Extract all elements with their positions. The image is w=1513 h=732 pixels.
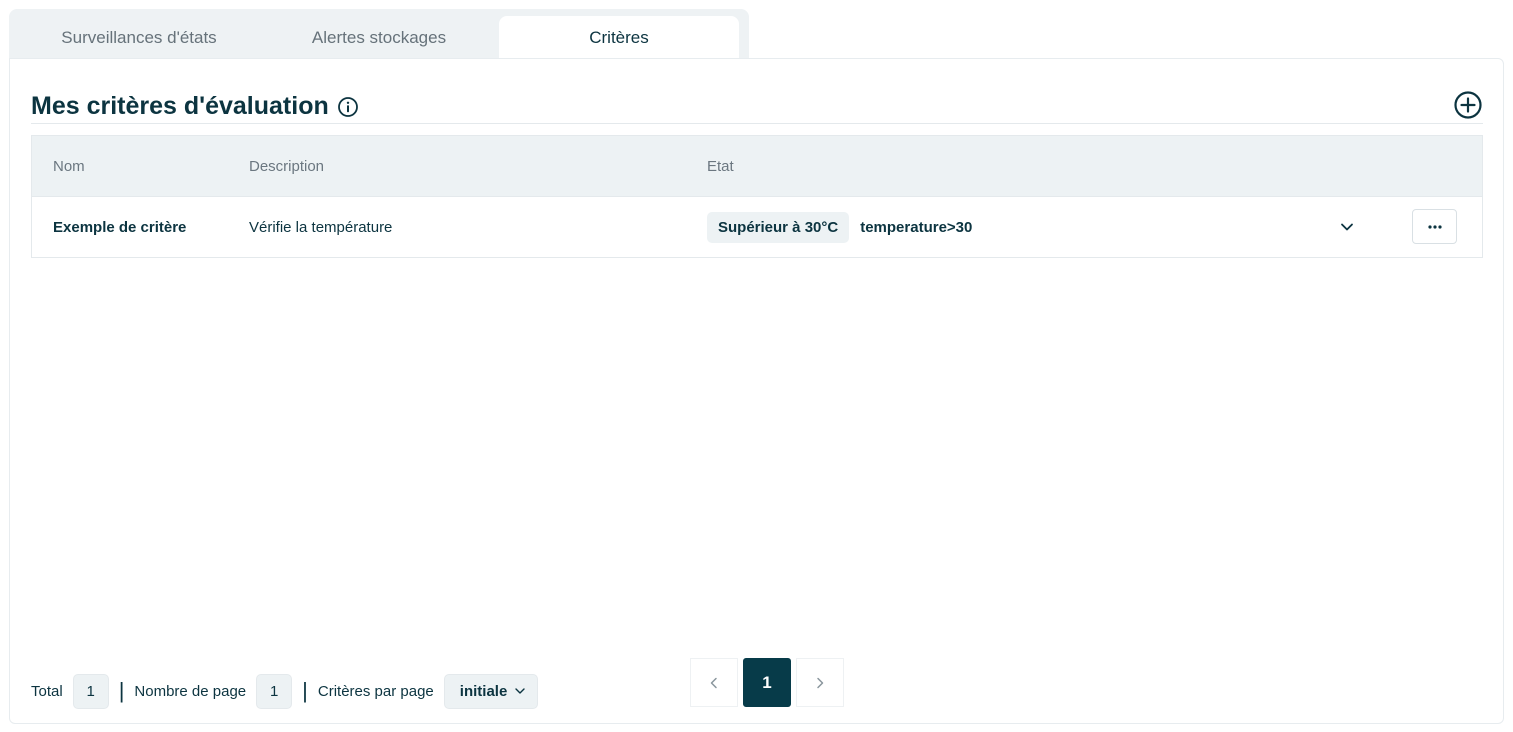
chevron-down-icon: [515, 688, 525, 694]
tab-bar: Surveillances d'états Alertes stockages …: [9, 9, 749, 59]
pagination: 1: [690, 658, 844, 707]
table-row[interactable]: Exemple de critère Vérifie la températur…: [32, 196, 1482, 257]
state-chip: Supérieur à 30°C: [707, 211, 850, 243]
more-horizontal-icon: [1427, 224, 1442, 229]
per-page-select[interactable]: initiale: [443, 673, 539, 709]
column-header-name[interactable]: Nom: [53, 136, 85, 196]
chevron-left-icon: [710, 677, 717, 688]
page-count-label: Nombre de page: [134, 682, 247, 700]
criterion-name: Exemple de critère: [53, 218, 187, 236]
tab-criteres[interactable]: Critères: [499, 16, 739, 59]
total-label: Total: [31, 682, 63, 700]
page-count: 1: [256, 673, 293, 709]
per-page-label: Critères par page: [317, 682, 434, 700]
add-criterion-button[interactable]: [1453, 90, 1483, 120]
criterion-state: Supérieur à 30°C temperature>30: [707, 197, 972, 257]
tab-surveillances-etats[interactable]: Surveillances d'états: [19, 16, 259, 59]
chevron-down-icon: [1341, 223, 1353, 231]
tab-alertes-stockages[interactable]: Alertes stockages: [259, 16, 499, 59]
next-page-button[interactable]: [796, 658, 844, 707]
chevron-right-icon: [817, 677, 824, 688]
table-footer: Total 1 | Nombre de page 1 | Critères pa…: [31, 673, 539, 709]
separator: |: [118, 678, 125, 703]
expand-row-button[interactable]: [1337, 217, 1357, 237]
previous-page-button[interactable]: [690, 658, 738, 707]
criteria-table: Nom Description Etat Exemple de critère …: [31, 135, 1483, 258]
column-header-description[interactable]: Description: [249, 136, 324, 196]
total-count: 1: [72, 673, 109, 709]
section-header: Mes critères d'évaluation: [31, 92, 359, 121]
table-header: Nom Description Etat: [32, 136, 1482, 196]
info-icon[interactable]: [337, 96, 359, 118]
criterion-description: Vérifie la température: [249, 218, 393, 236]
per-page-value: initiale: [459, 682, 508, 700]
plus-circle-icon: [1454, 91, 1482, 119]
state-expression: temperature>30: [860, 218, 973, 236]
page-title: Mes critères d'évaluation: [31, 92, 329, 120]
criteria-panel: Mes critères d'évaluation Nom Descriptio…: [9, 58, 1504, 724]
column-header-state[interactable]: Etat: [707, 136, 734, 196]
page-button-current[interactable]: 1: [743, 658, 791, 707]
divider: [31, 123, 1483, 124]
row-actions-button[interactable]: [1412, 209, 1457, 244]
separator: |: [302, 678, 308, 703]
